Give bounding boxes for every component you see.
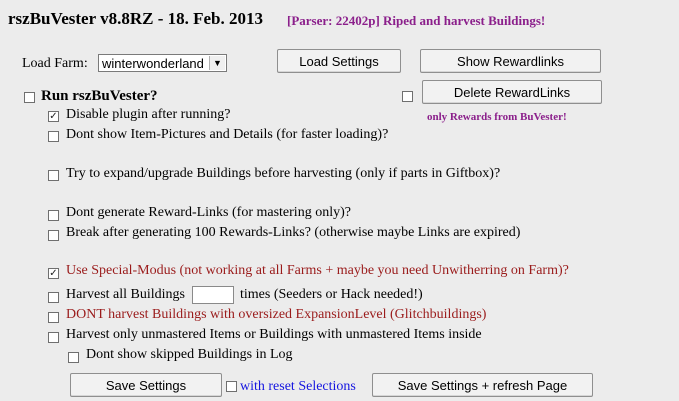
dont-generate-links-label: Dont generate Reward-Links (for masterin… [66, 205, 351, 220]
only-rewards-note: only Rewards from BuVester! [427, 111, 567, 123]
delete-rewardlinks-button[interactable]: Delete RewardLinks [422, 80, 602, 104]
parser-note: [Parser: 22402p] Riped and harvest Build… [287, 13, 546, 28]
load-settings-button[interactable]: Load Settings [277, 49, 401, 73]
dont-harvest-oversized-checkbox[interactable] [48, 312, 59, 323]
dont-harvest-oversized-label: DONT harvest Buildings with oversized Ex… [66, 307, 487, 322]
dont-show-pictures-label: Dont show Item-Pictures and Details (for… [66, 127, 389, 142]
disable-plugin-label: Disable plugin after running? [66, 107, 231, 122]
harvest-all-checkbox[interactable] [48, 292, 59, 303]
disable-plugin-checkbox[interactable]: ✓ [48, 111, 59, 122]
show-rewardlinks-button[interactable]: Show Rewardlinks [420, 49, 601, 73]
run-label: Run rszBuVester? [41, 88, 158, 104]
dont-show-skipped-checkbox[interactable] [68, 352, 79, 363]
break-after-100-checkbox[interactable] [48, 230, 59, 241]
save-settings-button[interactable]: Save Settings [70, 373, 222, 397]
harvest-all-label: Harvest all Buildings [66, 287, 185, 302]
only-rewards-checkbox[interactable] [402, 91, 413, 102]
chevron-down-icon[interactable]: ▼ [209, 56, 225, 70]
farm-select-value: winterwonderland [102, 56, 204, 71]
reset-selections-checkbox[interactable] [226, 381, 237, 392]
farm-select[interactable]: winterwonderland ▼ [98, 54, 227, 72]
save-refresh-button[interactable]: Save Settings + refresh Page [372, 373, 593, 397]
harvest-times-input[interactable] [192, 286, 234, 304]
expand-upgrade-label: Try to expand/upgrade Buildings before h… [66, 166, 501, 181]
harvest-times-suffix: times (Seeders or Hack needed!) [240, 287, 423, 302]
expand-upgrade-checkbox[interactable] [48, 170, 59, 181]
break-after-100-label: Break after generating 100 Rewards-Links… [66, 225, 521, 240]
dont-generate-links-checkbox[interactable] [48, 210, 59, 221]
special-modus-checkbox[interactable]: ✓ [48, 268, 59, 279]
app-title: rszBuVester v8.8RZ - 18. Feb. 2013 [8, 9, 263, 28]
reset-selections-label: with reset Selections [240, 379, 356, 394]
harvest-unmastered-checkbox[interactable] [48, 332, 59, 343]
dont-show-pictures-checkbox[interactable] [48, 131, 59, 142]
run-checkbox[interactable] [24, 92, 35, 103]
harvest-unmastered-label: Harvest only unmastered Items or Buildin… [66, 327, 482, 342]
special-modus-label: Use Special-Modus (not working at all Fa… [66, 263, 569, 278]
load-farm-label: Load Farm: [22, 56, 88, 71]
dont-show-skipped-label: Dont show skipped Buildings in Log [86, 347, 293, 362]
